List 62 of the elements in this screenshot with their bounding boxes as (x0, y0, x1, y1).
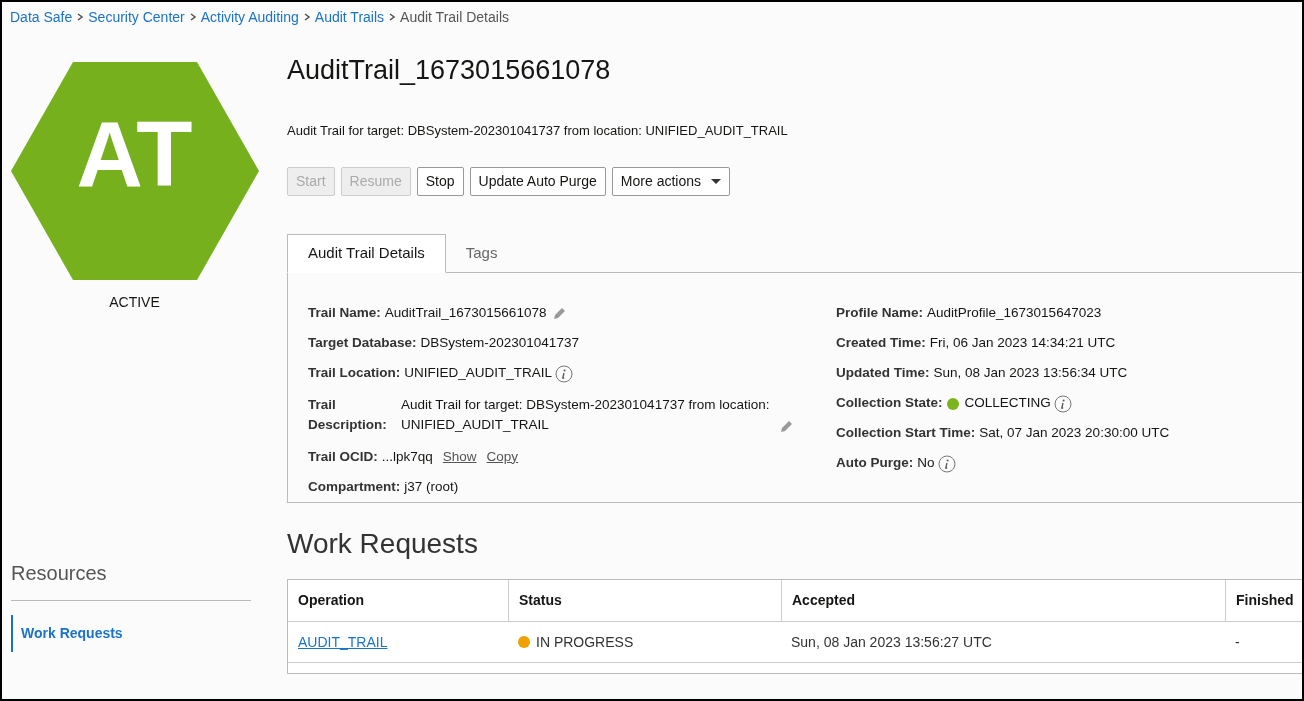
chevron-icon (389, 13, 396, 21)
field-value: AuditProfile_1673015647023 (927, 304, 1102, 323)
breadcrumb-link[interactable]: Security Center (88, 6, 185, 28)
table-cell-text: Sun, 08 Jan 2023 13:56:27 UTC (790, 632, 993, 652)
field-label: Trail Location: (308, 364, 401, 383)
field-label: Auto Purge: (836, 454, 914, 473)
hexagon-badge-icon (10, 62, 259, 280)
field-value: No (917, 454, 935, 473)
dropdown-button[interactable]: More actions (611, 167, 730, 196)
table-cell-text: - (1234, 632, 1241, 652)
page-description: Audit Trail for target: DBSystem-202301041737 from location: UNIFIED_AUDIT_TRAIL (287, 121, 789, 140)
field-value: ...lpk7qq (381, 447, 433, 466)
pencil-icon[interactable] (552, 306, 567, 321)
breadcrumb-link[interactable]: Audit Trails (314, 6, 385, 28)
info-icon[interactable] (555, 364, 574, 383)
field-label: Compartment: (308, 477, 401, 496)
field-label: Target Database: (308, 334, 417, 353)
column-header: Operation (297, 591, 366, 610)
section-heading: Work Requests (287, 527, 479, 561)
caret-icon (711, 179, 721, 184)
field-value: AuditTrail_1673015661078 (384, 304, 547, 323)
breadcrumb-link[interactable]: Data Safe (10, 6, 73, 28)
link[interactable]: Show (442, 446, 477, 468)
operation-link[interactable]: AUDIT_TRAIL (298, 633, 388, 650)
field-value: COLLECTING (964, 394, 1051, 413)
field-label: Trail Name: (308, 304, 381, 323)
action-button[interactable]: Stop (416, 167, 464, 196)
field-label: Trail Description: (308, 396, 388, 435)
tab[interactable]: Audit Trail Details (287, 234, 446, 273)
field-value: Audit Trail for target: DBSystem-202301041737 from location: UNIFIED_AUDIT_TRAIL (401, 396, 771, 435)
column-header: Status (508, 580, 781, 621)
table-cell-text: IN PROGRESS (536, 632, 634, 652)
badge-initials: AT (76, 108, 193, 200)
field-label: Collection State: (836, 394, 943, 413)
field-label: Profile Name: (836, 304, 924, 323)
resources-heading: Resources (11, 558, 251, 601)
info-icon[interactable] (937, 454, 956, 473)
link[interactable]: Copy (486, 446, 519, 468)
resource-link[interactable]: Work Requests (11, 615, 251, 652)
field-label: Updated Time: (836, 364, 930, 383)
chevron-icon (77, 13, 84, 21)
field-value: Sat, 07 Jan 2023 20:30:00 UTC (979, 424, 1170, 443)
tab[interactable]: Tags (445, 234, 518, 272)
column-header: Finished (1225, 580, 1302, 621)
chevron-icon (303, 13, 310, 21)
field-value: Fri, 06 Jan 2023 14:34:21 UTC (929, 334, 1116, 353)
action-button[interactable]: Update Auto Purge (469, 167, 606, 196)
column-header: Accepted (781, 580, 1225, 621)
field-value: UNIFIED_AUDIT_TRAIL (404, 364, 553, 383)
field-label: Trail OCID: (308, 447, 378, 466)
chevron-icon (189, 13, 196, 21)
lifecycle-state: ACTIVE (109, 293, 160, 312)
page-title: AuditTrail_1673015661078 (287, 54, 612, 87)
info-icon[interactable] (1053, 394, 1072, 413)
field-value: DBSystem-202301041737 (420, 334, 579, 353)
pencil-icon[interactable] (779, 419, 793, 434)
breadcrumb-link[interactable]: Activity Auditing (200, 6, 299, 28)
breadcrumb-current: Audit Trail Details (400, 7, 509, 27)
field-label: Collection Start Time: (836, 424, 976, 443)
field-label: Created Time: (836, 334, 926, 353)
field-value: Sun, 08 Jan 2023 13:56:34 UTC (933, 364, 1128, 383)
field-value: j37 (root) (404, 477, 459, 496)
